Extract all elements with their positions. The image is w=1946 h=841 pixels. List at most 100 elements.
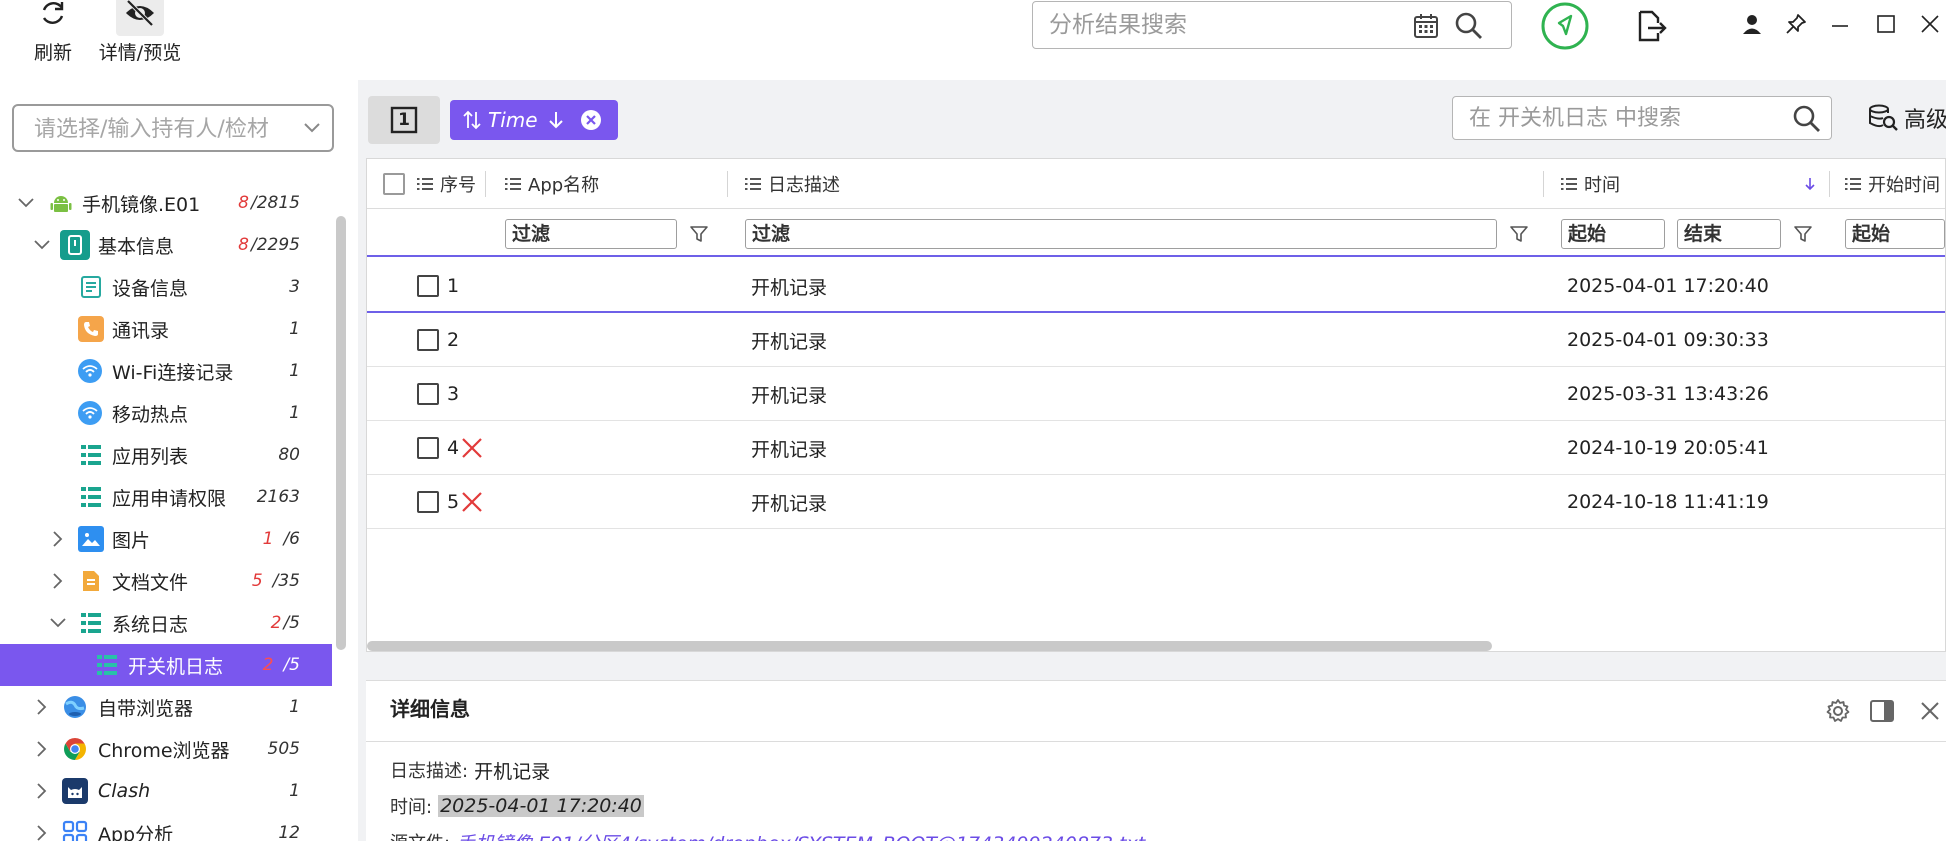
chevron-right-icon[interactable]	[32, 697, 52, 717]
select-all-checkbox[interactable]	[383, 173, 405, 195]
detail-preview-button[interactable]: 详情/预览	[90, 0, 190, 65]
tree-item-phone-image[interactable]: 手机镜像.E01 8/2815	[0, 182, 332, 224]
tree-item-basic-info[interactable]: 基本信息 8/2295	[0, 224, 332, 266]
remove-sort-icon[interactable]	[580, 109, 602, 131]
calendar-icon[interactable]	[1411, 11, 1441, 41]
tree-item-power-logs[interactable]: 开关机日志 2/5	[0, 644, 332, 686]
maximize-button[interactable]	[1872, 10, 1900, 38]
page-number: 1	[398, 110, 410, 130]
advanced-search-button[interactable]: 高级	[1868, 100, 1946, 136]
row-checkbox[interactable]	[417, 275, 439, 297]
owner-select[interactable]	[12, 104, 334, 152]
list-icon	[94, 652, 120, 678]
time-start-filter-input[interactable]	[1561, 219, 1665, 249]
table-row[interactable]: 1 开机记录 2025-04-01 17:20:40	[367, 259, 1945, 313]
column-separator[interactable]	[1829, 171, 1830, 197]
start-time-filter-input[interactable]	[1845, 219, 1945, 249]
export-file-icon	[1638, 10, 1667, 42]
filter-icon[interactable]	[1507, 222, 1531, 246]
column-header-start-time[interactable]: 开始时间	[1845, 159, 1940, 209]
toggle-panel-button[interactable]	[1866, 695, 1898, 727]
column-header-label: 时间	[1584, 175, 1620, 196]
close-detail-button[interactable]	[1914, 695, 1946, 727]
cat-icon	[62, 778, 88, 804]
database-search-icon	[1869, 104, 1898, 131]
pin-result-button[interactable]	[1540, 1, 1590, 51]
tree-item-count: 1	[289, 403, 300, 423]
user-button[interactable]	[1738, 10, 1766, 38]
column-header-desc[interactable]: 日志描述	[745, 159, 840, 209]
export-button[interactable]	[1634, 8, 1670, 44]
column-separator[interactable]	[727, 171, 728, 197]
advanced-search-label: 高级	[1904, 108, 1946, 133]
settings-button[interactable]	[1822, 695, 1854, 727]
filter-icon[interactable]	[1791, 222, 1815, 246]
chevron-down-icon[interactable]	[32, 235, 52, 255]
phone-icon	[78, 316, 104, 342]
tree-item-count: 5/35	[251, 571, 300, 591]
detail-time-value: 2025-04-01 17:20:40	[438, 795, 644, 817]
chevron-down-icon[interactable]	[48, 613, 68, 633]
hotspot-icon	[78, 401, 102, 425]
tree-item-system-logs[interactable]: 系统日志 2/5	[0, 602, 332, 644]
table-horizontal-scrollbar[interactable]	[367, 641, 1492, 651]
time-end-filter-input[interactable]	[1677, 219, 1781, 249]
page-number-button[interactable]: 1	[368, 96, 440, 144]
tree-item-hotspot[interactable]: 移动热点 1	[0, 392, 332, 434]
owner-select-input[interactable]	[34, 113, 298, 145]
column-menu-icon	[1845, 177, 1861, 191]
detail-source-link[interactable]: 手机镜像.E01/分区4/system/dropbox/SYSTEM_BOOT@…	[456, 829, 1145, 841]
chevron-right-icon[interactable]	[48, 571, 68, 591]
tree-item-label: 基本信息	[98, 235, 175, 258]
close-window-button[interactable]	[1916, 10, 1944, 38]
search-icon[interactable]	[1791, 103, 1823, 135]
row-checkbox[interactable]	[417, 437, 439, 459]
tree-item-contacts[interactable]: 通讯录 1	[0, 308, 332, 350]
refresh-icon	[29, 0, 77, 36]
row-checkbox[interactable]	[417, 491, 439, 513]
filter-icon[interactable]	[687, 222, 711, 246]
chevron-down-icon[interactable]	[16, 193, 36, 213]
android-icon	[48, 190, 74, 216]
analysis-search-input[interactable]	[1049, 6, 1409, 44]
log-search-input[interactable]	[1469, 101, 1769, 135]
tree-item-device-info[interactable]: 设备信息 3	[0, 266, 332, 308]
column-header-time[interactable]: 时间	[1561, 159, 1620, 209]
minimize-button[interactable]	[1826, 10, 1854, 38]
tree-item-chrome[interactable]: Chrome浏览器 505	[0, 728, 332, 770]
refresh-button[interactable]: 刷新	[18, 0, 88, 65]
column-menu-icon	[745, 177, 761, 191]
sort-desc-icon[interactable]	[1801, 175, 1819, 193]
tree-item-documents[interactable]: 文档文件 5/35	[0, 560, 332, 602]
tree-item-app-analysis[interactable]: App分析 12	[0, 812, 332, 841]
table-row[interactable]: 2 开机记录 2025-04-01 09:30:33	[367, 313, 1945, 367]
chevron-down-icon[interactable]	[300, 116, 324, 140]
tree-item-wifi-records[interactable]: Wi-Fi连接记录 1	[0, 350, 332, 392]
chevron-right-icon[interactable]	[32, 739, 52, 759]
tree-item-label: 自带浏览器	[98, 697, 194, 720]
search-icon[interactable]	[1453, 10, 1485, 42]
column-header-seq[interactable]: 序号	[417, 159, 476, 209]
detail-time-row: 时间: 2025-04-01 17:20:40	[390, 791, 644, 821]
sort-chip[interactable]: Time	[450, 100, 618, 140]
column-separator[interactable]	[485, 171, 486, 197]
chevron-right-icon[interactable]	[32, 781, 52, 801]
sidebar-scrollbar[interactable]	[336, 216, 346, 650]
row-checkbox[interactable]	[417, 329, 439, 351]
tree-item-app-list[interactable]: 应用列表 80	[0, 434, 332, 476]
chevron-right-icon[interactable]	[48, 529, 68, 549]
table-row[interactable]: 3 开机记录 2025-03-31 13:43:26	[367, 367, 1945, 421]
table-row[interactable]: 4 开机记录 2024-10-19 20:05:41	[367, 421, 1945, 475]
tree-item-app-permissions[interactable]: 应用申请权限 2163	[0, 476, 332, 518]
row-checkbox[interactable]	[417, 383, 439, 405]
chevron-right-icon[interactable]	[32, 823, 52, 841]
tree-item-clash[interactable]: Clash 1	[0, 770, 332, 812]
column-separator[interactable]	[1543, 171, 1544, 197]
app-filter-input[interactable]	[505, 219, 677, 249]
tree-item-images[interactable]: 图片 1/6	[0, 518, 332, 560]
desc-filter-input[interactable]	[745, 219, 1497, 249]
column-header-app[interactable]: App名称	[505, 159, 599, 209]
tree-item-builtin-browser[interactable]: 自带浏览器 1	[0, 686, 332, 728]
table-row[interactable]: 5 开机记录 2024-10-18 11:41:19	[367, 475, 1945, 529]
pin-window-button[interactable]	[1782, 10, 1810, 38]
